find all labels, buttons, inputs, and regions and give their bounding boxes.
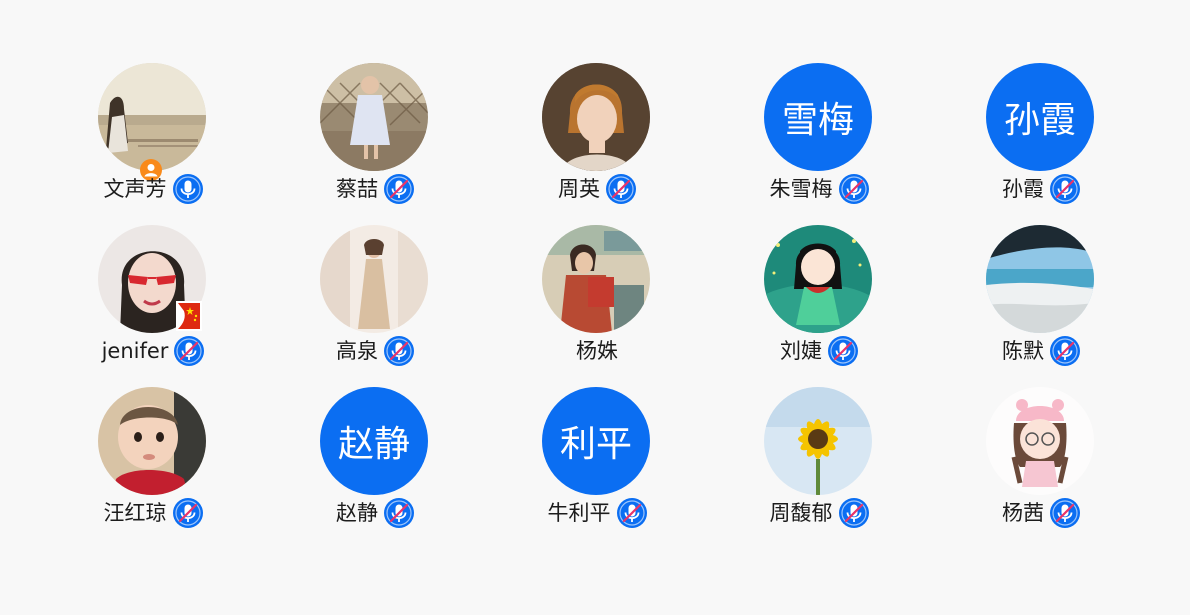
participant-tile[interactable]: 陈默 [930, 225, 1152, 387]
participant-label: 牛利平 [486, 498, 708, 528]
text-avatar[interactable]: 利平 [542, 387, 650, 495]
participant-label: 陈默 [930, 336, 1152, 366]
participant-tile[interactable]: 赵静 赵静 [264, 387, 486, 549]
participant-label: 蔡喆 [264, 174, 486, 204]
photo-woman-seaside-avatar[interactable] [98, 63, 206, 171]
participant-tile[interactable]: 孙霞 孙霞 [930, 63, 1152, 225]
participant-label: 文声芳 [42, 174, 264, 204]
microphone-off-icon[interactable] [174, 336, 205, 366]
cartoon-girl-avatar[interactable] [764, 225, 872, 333]
photo-beach-avatar[interactable] [986, 225, 1094, 333]
participant-name: jenifer [101, 339, 169, 363]
participant-name: 孙霞 [1002, 177, 1044, 201]
microphone-off-icon[interactable] [616, 498, 647, 528]
participant-name: 周馥郁 [769, 501, 833, 525]
china-flag-icon [176, 301, 202, 331]
participant-label: 周馥郁 [708, 498, 930, 528]
participant-name: 周英 [558, 177, 600, 201]
participant-label: 高泉 [264, 336, 486, 366]
participant-tile[interactable]: 高泉 [264, 225, 486, 387]
microphone-off-icon[interactable] [838, 498, 869, 528]
microphone-on-icon[interactable] [172, 174, 203, 204]
participant-label: 杨茜 [930, 498, 1152, 528]
participant-name: 赵静 [336, 501, 378, 525]
microphone-off-icon[interactable] [384, 174, 414, 204]
participant-name: 蔡喆 [336, 177, 378, 201]
participant-name: 刘婕 [780, 339, 822, 363]
text-avatar[interactable]: 孙霞 [986, 63, 1094, 171]
microphone-off-icon[interactable] [1050, 174, 1080, 204]
participant-label: 孙霞 [930, 174, 1152, 204]
participant-tile[interactable]: 刘婕 [708, 225, 930, 387]
participant-tile[interactable]: 周馥郁 [708, 387, 930, 549]
text-avatar[interactable]: 赵静 [320, 387, 428, 495]
participant-name: 陈默 [1002, 339, 1044, 363]
microphone-off-icon[interactable] [828, 336, 858, 366]
participant-tile[interactable]: 杨茜 [930, 387, 1152, 549]
participant-tile[interactable]: 周英 [486, 63, 708, 225]
participant-name: 朱雪梅 [769, 177, 833, 201]
participant-name: 牛利平 [547, 501, 611, 525]
photo-child-fence-avatar[interactable] [320, 63, 428, 171]
photo-sunflower-avatar[interactable] [764, 387, 872, 495]
participant-name: 杨茜 [1002, 501, 1044, 525]
photo-woman-dress-avatar[interactable] [320, 225, 428, 333]
participant-label: 朱雪梅 [708, 174, 930, 204]
participant-label: 周英 [486, 174, 708, 204]
participant-tile[interactable]: 利平 牛利平 [486, 387, 708, 549]
participant-tile[interactable]: 汪红琼 [42, 387, 264, 549]
microphone-off-icon[interactable] [606, 174, 636, 204]
cartoon-pink-hat-girl-avatar[interactable] [986, 387, 1094, 495]
participant-name: 汪红琼 [103, 501, 167, 525]
text-avatar[interactable]: 雪梅 [764, 63, 872, 171]
microphone-off-icon[interactable] [1050, 498, 1080, 528]
microphone-off-icon[interactable] [172, 498, 203, 528]
photo-woman-portrait-avatar[interactable] [542, 63, 650, 171]
participant-label: 赵静 [264, 498, 486, 528]
microphone-off-icon[interactable] [384, 498, 414, 528]
participant-label: 汪红琼 [42, 498, 264, 528]
participant-label: jenifer [42, 336, 264, 366]
microphone-off-icon[interactable] [384, 336, 414, 366]
microphone-off-icon[interactable] [838, 174, 869, 204]
participant-label: 刘婕 [708, 336, 930, 366]
participant-tile[interactable]: 蔡喆 [264, 63, 486, 225]
participant-name: 高泉 [336, 339, 378, 363]
participant-tile[interactable]: 雪梅 朱雪梅 [708, 63, 930, 225]
microphone-off-icon[interactable] [1050, 336, 1080, 366]
participant-label: 杨姝 [486, 336, 708, 366]
photo-baby-avatar[interactable] [98, 387, 206, 495]
participant-name: 杨姝 [576, 339, 618, 363]
participant-tile[interactable]: 杨姝 [486, 225, 708, 387]
participant-name: 文声芳 [103, 177, 167, 201]
photo-vintage-woman-reading-avatar[interactable] [542, 225, 650, 333]
participant-tile[interactable]: 文声芳 [42, 63, 264, 225]
participant-grid: 文声芳 蔡喆 周英 雪梅 朱雪梅 孙霞 孙霞 jenifer 高泉 杨姝 刘婕 … [42, 63, 1152, 549]
participant-tile[interactable]: jenifer [42, 225, 264, 387]
